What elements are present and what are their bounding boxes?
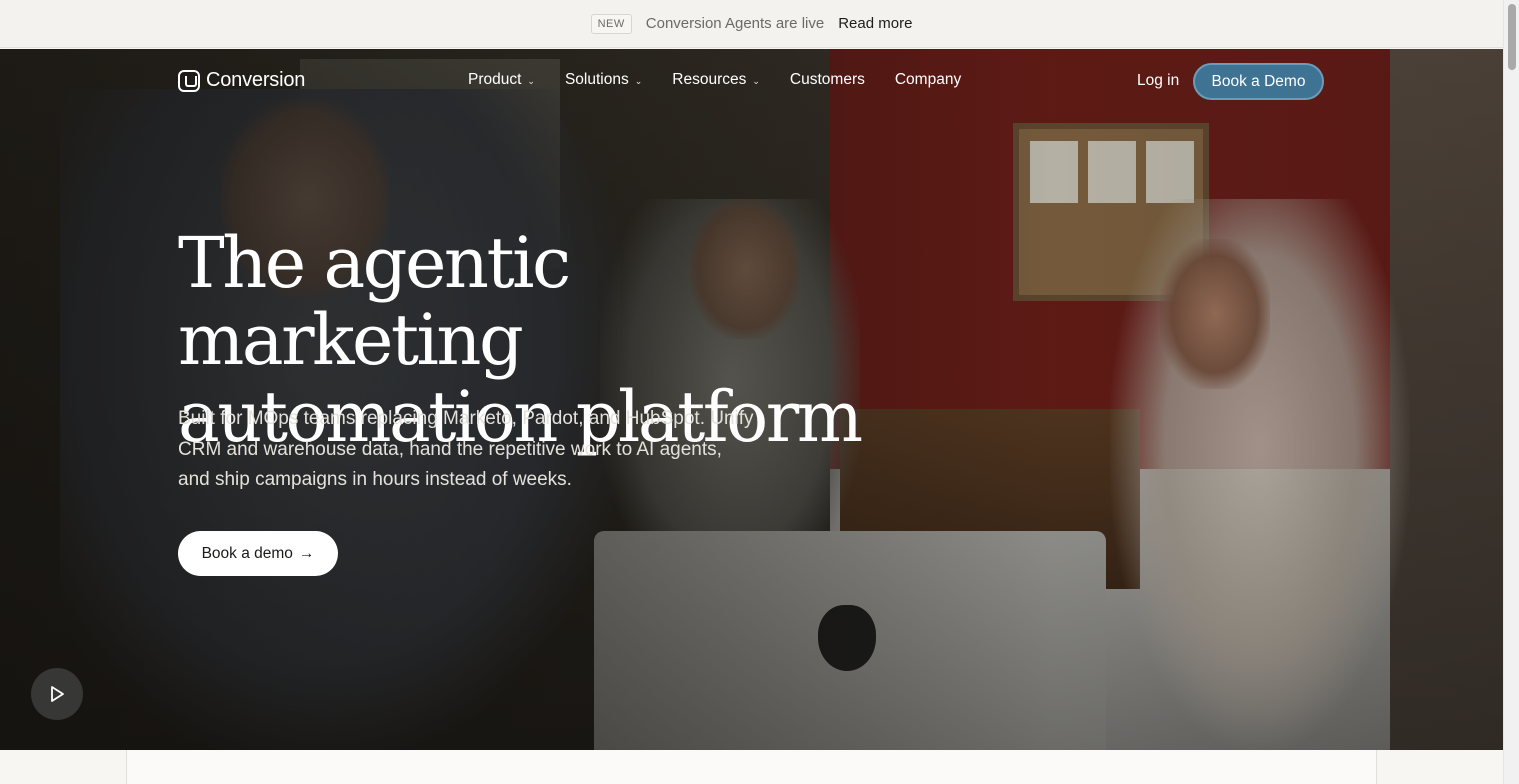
logo-text: Conversion — [206, 69, 306, 91]
conversion-logo-icon — [178, 69, 200, 92]
announcement-bar: NEW Conversion Agents are live Read more — [0, 0, 1503, 48]
book-demo-hero-button[interactable]: Book a demo → — [178, 531, 338, 576]
nav-menu: Product ⌄ Solutions ⌄ Resources ⌄ Custom… — [468, 71, 961, 89]
conversion-logo[interactable]: Conversion — [178, 69, 305, 92]
read-more-link[interactable]: Read more — [838, 15, 912, 32]
hero-subheadline: Built for MOps teams replacing Marketo, … — [178, 408, 754, 490]
main-nav: Conversion Product ⌄ Solutions ⌄ Resourc… — [0, 49, 1503, 115]
chevron-down-icon: ⌄ — [634, 75, 643, 86]
nav-item-customers[interactable]: Customers — [790, 71, 865, 89]
announcement-message: Conversion Agents are live — [645, 15, 825, 32]
book-demo-nav-button[interactable]: Book a Demo — [1193, 63, 1324, 100]
nav-item-product[interactable]: Product ⌄ — [468, 71, 535, 89]
login-link[interactable]: Log in — [1137, 72, 1179, 90]
new-badge: NEW — [590, 13, 632, 34]
nav-item-resources[interactable]: Resources ⌄ — [672, 71, 760, 89]
nav-item-solutions[interactable]: Solutions ⌄ — [565, 71, 642, 89]
page-scrollbar[interactable] — [1503, 0, 1519, 784]
nav-item-company[interactable]: Company — [895, 71, 961, 89]
play-video-button[interactable] — [31, 668, 83, 720]
arrow-right-icon: → — [298, 544, 315, 562]
chevron-down-icon: ⌄ — [752, 75, 760, 86]
content-card — [126, 750, 1377, 784]
scrollbar-thumb[interactable] — [1508, 4, 1516, 70]
hero-section: Conversion Product ⌄ Solutions ⌄ Resourc… — [0, 49, 1503, 750]
chevron-down-icon: ⌄ — [527, 75, 535, 86]
play-icon — [51, 686, 64, 702]
